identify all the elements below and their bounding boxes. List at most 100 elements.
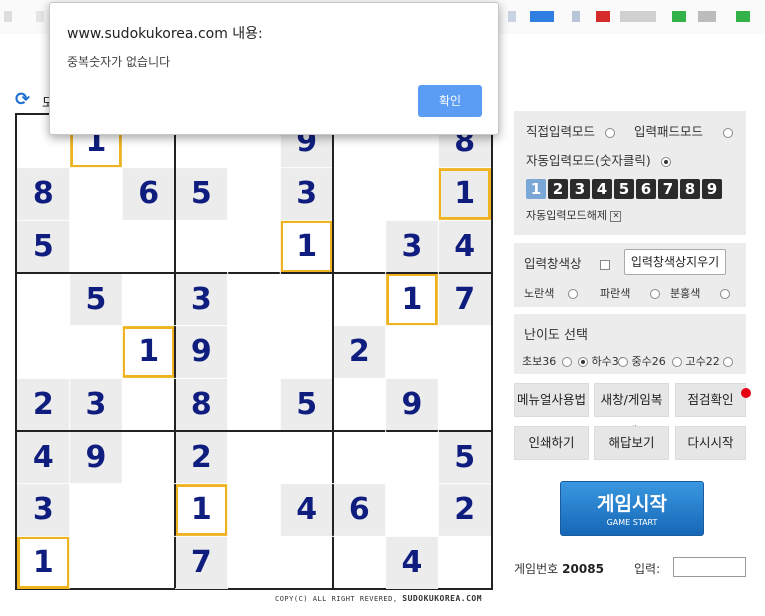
sudoku-cell[interactable] (17, 326, 70, 379)
number-key[interactable]: 5 (614, 179, 634, 199)
sudoku-cell[interactable] (280, 536, 333, 589)
sudoku-cell[interactable] (386, 431, 439, 484)
sudoku-cell[interactable]: 5 (17, 220, 70, 273)
auto-mode-option[interactable]: 자동입력모드(숫자클릭) (526, 150, 671, 169)
auto-mode-radio[interactable] (660, 156, 671, 167)
difficulty-expert-radio[interactable] (672, 357, 682, 367)
sudoku-cell[interactable] (438, 326, 491, 379)
sudoku-cell[interactable]: 3 (17, 483, 70, 537)
sudoku-cell[interactable] (386, 484, 439, 537)
game-start-button[interactable]: 게임시작 GAME START (560, 481, 704, 536)
sudoku-cell[interactable] (438, 378, 491, 431)
difficulty-beginner-option[interactable]: 초보36 (522, 353, 572, 369)
sudoku-cell[interactable] (228, 168, 281, 221)
sudoku-cell[interactable]: 9 (69, 431, 123, 484)
sudoku-cell[interactable]: 2 (333, 325, 386, 379)
number-key[interactable]: 9 (702, 179, 722, 199)
sudoku-cell[interactable] (228, 326, 281, 379)
sudoku-cell[interactable]: 6 (333, 483, 386, 537)
difficulty-beginner-radio[interactable] (561, 357, 572, 367)
number-key[interactable]: 3 (570, 179, 590, 199)
pad-mode-radio[interactable] (723, 127, 733, 138)
sudoku-cell[interactable] (122, 378, 175, 431)
color-blue-option[interactable]: 파란색 (600, 285, 660, 301)
difficulty-novice-radio[interactable] (578, 357, 588, 367)
color-pink-radio[interactable] (719, 289, 730, 299)
sudoku-cell[interactable]: 3 (175, 273, 228, 326)
sudoku-cell[interactable] (280, 326, 333, 379)
sudoku-cell[interactable] (17, 273, 70, 326)
check-button[interactable]: 점검확인 (675, 383, 746, 417)
manual-button[interactable]: 메뉴얼사용법 (514, 383, 589, 417)
sudoku-cell[interactable] (333, 273, 386, 326)
sudoku-cell[interactable] (333, 536, 386, 589)
sudoku-cell[interactable] (122, 536, 175, 589)
number-key[interactable]: 8 (680, 179, 700, 199)
sudoku-cell[interactable] (175, 220, 228, 273)
auto-release-option[interactable]: 자동입력모드해제 ✕ (526, 207, 622, 223)
sudoku-cell[interactable]: 1 (122, 325, 175, 379)
sudoku-cell[interactable]: 2 (438, 483, 491, 537)
difficulty-expert-option[interactable]: 고수22 (672, 353, 734, 369)
sudoku-cell[interactable] (70, 326, 123, 379)
sudoku-cell[interactable]: 8 (175, 378, 228, 431)
sudoku-cell[interactable]: 1 (17, 536, 70, 589)
difficulty-intermediate-option[interactable]: 중수26 (618, 353, 666, 369)
dialog-ok-button[interactable]: 확인 (418, 85, 482, 117)
sudoku-cell[interactable]: 4 (438, 220, 491, 273)
sudoku-cell[interactable]: 8 (17, 167, 70, 221)
sudoku-cell[interactable]: 1 (175, 483, 228, 537)
sudoku-cell[interactable] (228, 431, 281, 484)
difficulty-intermediate-radio[interactable] (618, 357, 628, 367)
sudoku-cell[interactable] (122, 220, 175, 273)
color-yellow-option[interactable]: 노란색 (524, 285, 578, 301)
number-key[interactable]: 1 (526, 179, 546, 199)
sudoku-cell[interactable]: 5 (280, 378, 333, 431)
sudoku-cell[interactable] (228, 484, 281, 537)
sudoku-cell[interactable]: 9 (175, 325, 228, 379)
sudoku-cell[interactable]: 1 (385, 273, 439, 326)
input-color-checkbox[interactable] (599, 259, 610, 270)
direct-mode-option[interactable]: 직접입력모드 (526, 121, 615, 140)
sudoku-cell[interactable]: 1 (280, 220, 333, 273)
new-window-button[interactable]: 새창/게임복제 (594, 383, 669, 439)
sudoku-cell[interactable]: 9 (385, 378, 439, 431)
sudoku-cell[interactable] (333, 378, 386, 431)
sudoku-cell[interactable]: 2 (175, 431, 228, 484)
color-yellow-radio[interactable] (567, 289, 578, 299)
sudoku-cell[interactable] (228, 273, 281, 326)
direct-mode-radio[interactable] (605, 127, 615, 138)
solution-button[interactable]: 해답보기 (594, 426, 669, 460)
sudoku-cell[interactable]: 5 (69, 273, 123, 326)
restart-button[interactable]: 다시시작 (675, 426, 746, 460)
sudoku-cell[interactable] (70, 484, 123, 537)
input-field[interactable] (673, 557, 746, 577)
sudoku-cell[interactable]: 6 (122, 167, 175, 221)
number-key[interactable]: 6 (636, 179, 656, 199)
sudoku-cell[interactable]: 3 (69, 378, 123, 431)
input-color-option[interactable]: 입력창색상 (524, 253, 610, 272)
refresh-icon[interactable]: ⟳ (15, 90, 35, 110)
sudoku-cell[interactable]: 3 (385, 220, 439, 273)
sudoku-cell[interactable] (228, 536, 281, 589)
sudoku-cell[interactable] (333, 220, 386, 273)
sudoku-cell[interactable] (70, 168, 123, 221)
difficulty-expert-radio-2[interactable] (723, 357, 734, 367)
sudoku-cell[interactable] (438, 536, 491, 589)
sudoku-cell[interactable] (228, 378, 281, 431)
number-key[interactable]: 2 (548, 179, 568, 199)
sudoku-cell[interactable] (228, 220, 281, 273)
sudoku-cell[interactable] (333, 431, 386, 484)
sudoku-cell[interactable] (122, 484, 175, 537)
number-key[interactable]: 7 (658, 179, 678, 199)
sudoku-cell[interactable]: 4 (280, 483, 333, 537)
sudoku-cell[interactable] (386, 168, 439, 221)
sudoku-cell[interactable]: 3 (280, 167, 333, 221)
sudoku-cell[interactable]: 7 (175, 536, 228, 589)
sudoku-cell[interactable]: 5 (438, 431, 491, 484)
sudoku-cell[interactable]: 7 (438, 273, 491, 326)
pad-mode-option[interactable]: 입력패드모드 (634, 121, 733, 140)
clear-input-color-button[interactable]: 입력창색상지우기 (624, 249, 726, 275)
sudoku-cell[interactable] (280, 431, 333, 484)
sudoku-cell[interactable] (70, 536, 123, 589)
